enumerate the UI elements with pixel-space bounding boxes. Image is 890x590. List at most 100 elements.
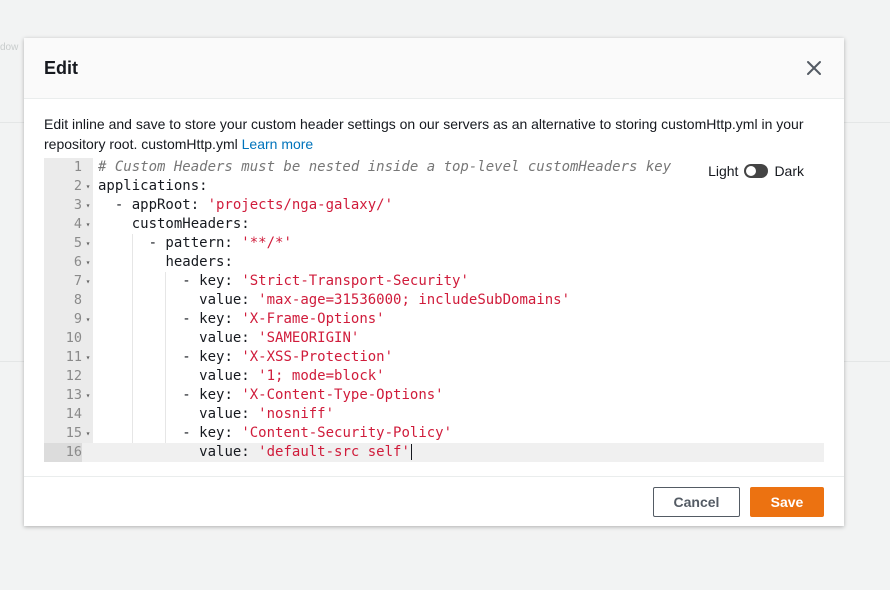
code-line[interactable]: 13 ▾ - key: 'X-Content-Type-Options' (44, 386, 824, 405)
fold-toggle-icon[interactable]: ▾ (84, 234, 92, 253)
code-line[interactable]: 9 ▾ - key: 'X-Frame-Options' (44, 310, 824, 329)
fold-toggle-icon[interactable]: ▾ (84, 196, 92, 215)
code-text: - key: 'Strict-Transport-Security' (182, 272, 469, 291)
code-line[interactable]: 12 value: '1; mode=block' (44, 367, 824, 386)
learn-more-link[interactable]: Learn more (242, 136, 314, 152)
theme-light-label: Light (708, 163, 739, 179)
code-line[interactable]: 2 ▾ applications: (44, 177, 824, 196)
code-text: headers: (165, 253, 232, 272)
code-text: # Custom Headers must be nested inside a… (98, 158, 671, 177)
key-token: headers: (165, 254, 233, 270)
string-token: 'default-src self' (258, 444, 410, 460)
line-number: 1 (73, 159, 82, 175)
code-line[interactable]: 15 ▾ - key: 'Content-Security-Policy' (44, 424, 824, 443)
key-token: - key: (182, 387, 242, 403)
fold-toggle-icon[interactable]: ▾ (84, 177, 92, 196)
code-text: - key: 'X-Frame-Options' (182, 310, 384, 329)
string-token: 'nosniff' (258, 406, 335, 422)
code-text: - pattern: '**/*' (149, 234, 292, 253)
modal-title: Edit (44, 58, 78, 78)
string-token: 'projects/nga-galaxy/' (207, 197, 394, 213)
code-text: value: 'default-src self' (199, 443, 412, 462)
key-token: applications: (98, 178, 208, 194)
string-token: 'SAMEORIGIN' (258, 330, 360, 346)
line-number: 10 (65, 330, 82, 346)
line-number: 11 (65, 349, 82, 365)
string-token: 'Strict-Transport-Security' (241, 273, 469, 289)
string-token: '1; mode=block' (258, 368, 385, 384)
text-cursor (410, 444, 412, 460)
code-text: value: 'max-age=31536000; includeSubDoma… (199, 291, 570, 310)
modal-header: Edit (24, 38, 844, 99)
code-text: - key: 'X-Content-Type-Options' (182, 386, 443, 405)
line-number: 8 (73, 292, 82, 308)
background-text-fragment: dow (0, 42, 19, 53)
theme-toggle: Light Dark (708, 163, 804, 179)
code-text: value: '1; mode=block' (199, 367, 384, 386)
fold-toggle-icon[interactable]: ▾ (84, 348, 92, 367)
line-number: 15 (65, 425, 82, 441)
code-line[interactable]: 11 ▾ - key: 'X-XSS-Protection' (44, 348, 824, 367)
fold-toggle-icon[interactable]: ▾ (84, 424, 92, 443)
code-text: applications: (98, 177, 208, 196)
fold-toggle-icon[interactable]: ▾ (84, 215, 92, 234)
key-token: - appRoot: (114, 197, 208, 213)
line-number: 3 (73, 197, 82, 213)
theme-switch-knob (746, 166, 757, 176)
string-token: 'max-age=31536000; includeSubDomains' (258, 292, 571, 308)
key-token: value: (199, 292, 259, 308)
key-token: value: (199, 368, 259, 384)
save-button[interactable]: Save (750, 487, 824, 517)
code-line[interactable]: 8 value: 'max-age=31536000; includeSubDom… (44, 291, 824, 310)
code-line[interactable]: 5 ▾ - pattern: '**/*' (44, 234, 824, 253)
fold-toggle-icon[interactable]: ▾ (84, 386, 92, 405)
code-line[interactable]: 6 ▾ headers: (44, 253, 824, 272)
key-token: value: (199, 330, 259, 346)
line-number: 2 (73, 178, 82, 194)
fold-toggle-icon[interactable]: ▾ (84, 253, 92, 272)
line-number: 9 (73, 311, 82, 327)
key-token: customHeaders: (131, 216, 250, 232)
line-number: 16 (44, 443, 82, 462)
cancel-button[interactable]: Cancel (653, 487, 740, 517)
key-token: - pattern: (148, 235, 242, 251)
code-text: - appRoot: 'projects/nga-galaxy/' (115, 196, 393, 215)
code-line[interactable]: 3 ▾ - appRoot: 'projects/nga-galaxy/' (44, 196, 824, 215)
line-number: 4 (73, 216, 82, 232)
edit-modal: Edit Edit inline and save to store your … (24, 38, 844, 526)
key-token: - key: (182, 273, 242, 289)
string-token: '**/*' (241, 235, 292, 251)
code-line[interactable]: 16 value: 'default-src self' (44, 443, 824, 462)
key-token: - key: (182, 349, 242, 365)
comment-token: # Custom Headers must be nested inside a… (98, 159, 672, 175)
fold-toggle-icon[interactable]: ▾ (84, 272, 92, 291)
fold-toggle-icon[interactable]: ▾ (84, 310, 92, 329)
description-text: Edit inline and save to store your custo… (44, 116, 804, 152)
key-token: value: (199, 444, 259, 460)
theme-dark-label: Dark (774, 163, 804, 179)
code-text: - key: 'Content-Security-Policy' (182, 424, 452, 443)
code-editor[interactable]: 1 # Custom Headers must be nested inside … (44, 158, 824, 462)
code-text: customHeaders: (132, 215, 250, 234)
line-number: 12 (65, 368, 82, 384)
line-number: 7 (73, 273, 82, 289)
key-token: - key: (182, 311, 242, 327)
code-line[interactable]: 4 ▾ customHeaders: (44, 215, 824, 234)
code-line[interactable]: 7 ▾ - key: 'Strict-Transport-Security' (44, 272, 824, 291)
code-line[interactable]: 10 value: 'SAMEORIGIN' (44, 329, 824, 348)
key-token: value: (199, 406, 259, 422)
line-number: 6 (73, 254, 82, 270)
line-number: 13 (65, 387, 82, 403)
close-button[interactable] (804, 58, 824, 78)
theme-switch[interactable] (744, 164, 769, 178)
code-line[interactable]: 1 # Custom Headers must be nested inside … (44, 158, 824, 177)
key-token: - key: (182, 425, 242, 441)
string-token: 'X-Content-Type-Options' (241, 387, 444, 403)
line-number: 5 (73, 235, 82, 251)
modal-description: Edit inline and save to store your custo… (44, 114, 834, 154)
code-text: value: 'SAMEORIGIN' (199, 329, 359, 348)
line-number: 14 (65, 406, 82, 422)
string-token: 'X-Frame-Options' (241, 311, 385, 327)
code-text: - key: 'X-XSS-Protection' (182, 348, 393, 367)
code-line[interactable]: 14 value: 'nosniff' (44, 405, 824, 424)
